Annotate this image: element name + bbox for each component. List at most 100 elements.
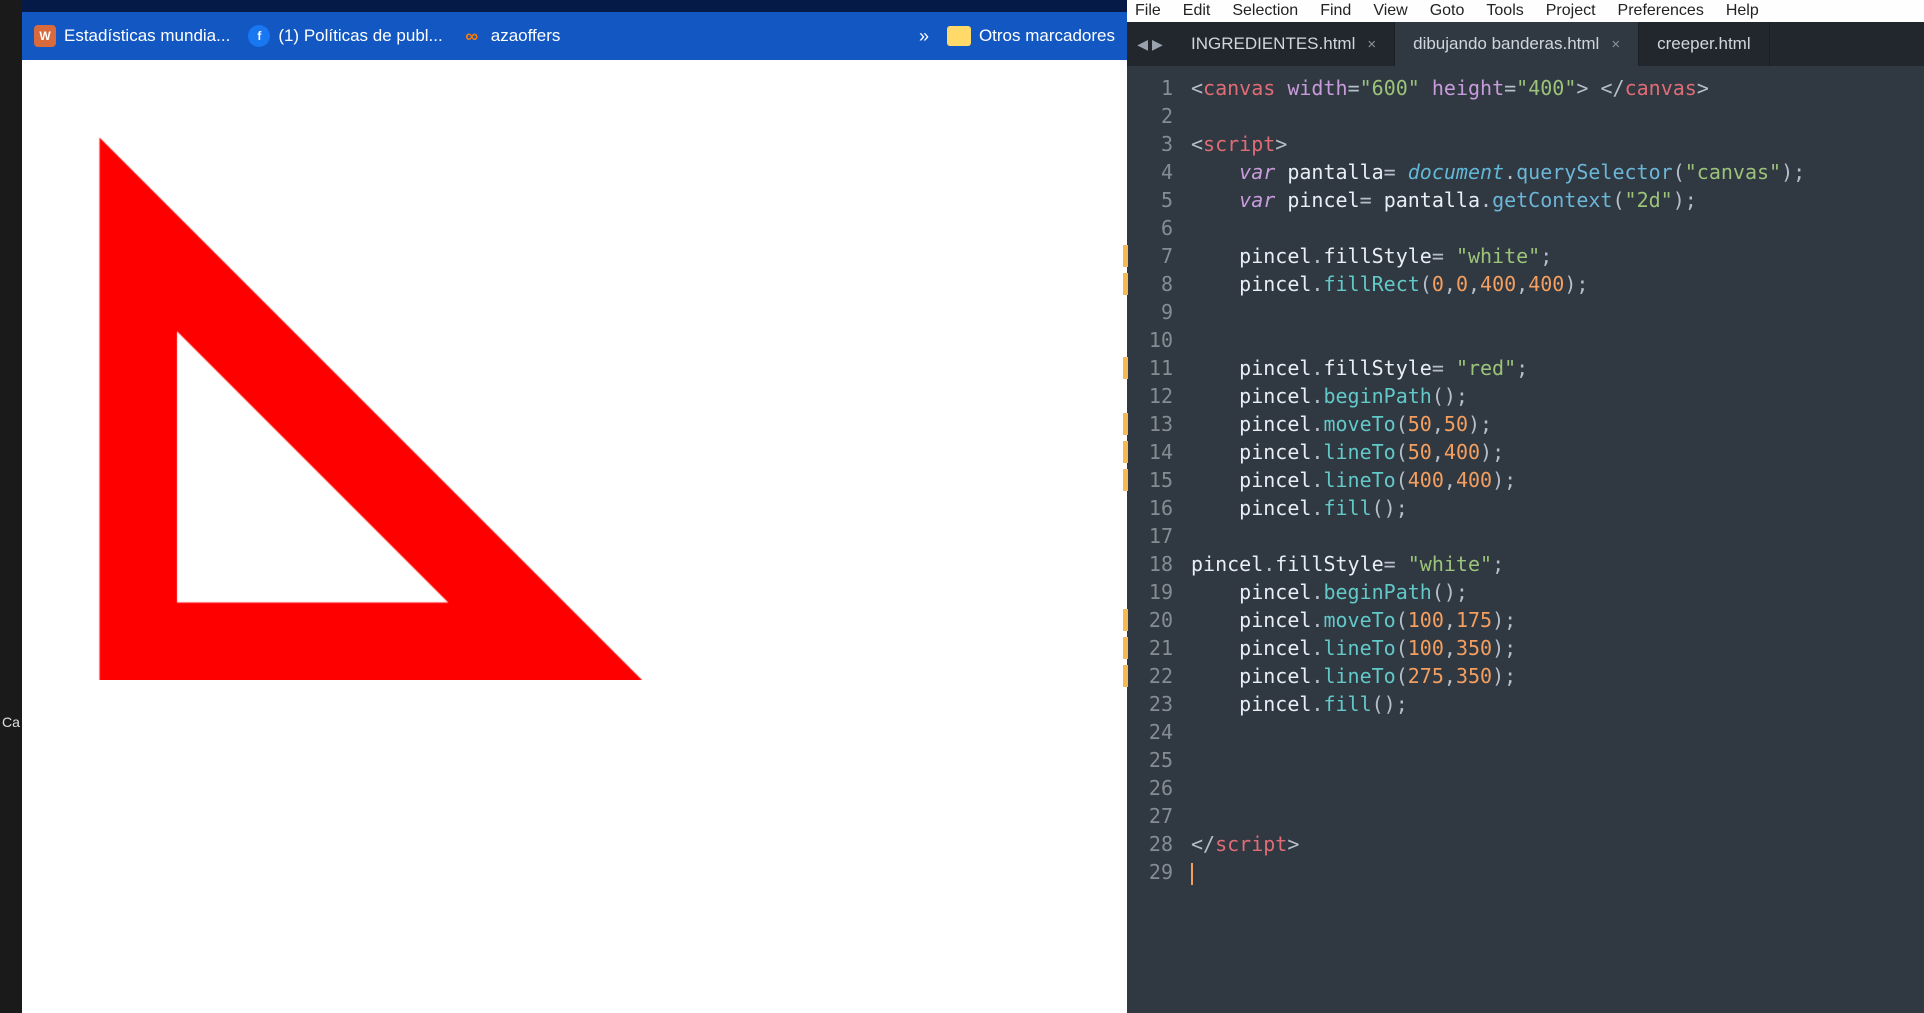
line-number: 9 (1127, 298, 1173, 326)
tab-label: dibujando banderas.html (1413, 34, 1599, 54)
code-line[interactable]: pincel.lineTo(275,350); (1191, 662, 1924, 690)
menu-tools[interactable]: Tools (1486, 2, 1523, 20)
bookmark-label: azaoffers (491, 26, 561, 46)
line-number: 10 (1127, 326, 1173, 354)
line-number: 22 (1127, 662, 1173, 690)
code-line[interactable]: </script> (1191, 830, 1924, 858)
code-line[interactable] (1191, 718, 1924, 746)
line-number: 16 (1127, 494, 1173, 522)
code-line[interactable] (1191, 802, 1924, 830)
bookmark-item-0[interactable]: W Estadísticas mundia... (34, 25, 230, 47)
code-line[interactable] (1191, 102, 1924, 130)
code-line[interactable] (1191, 522, 1924, 550)
code-line[interactable]: pincel.lineTo(400,400); (1191, 466, 1924, 494)
page-viewport (22, 60, 1127, 1013)
menu-goto[interactable]: Goto (1430, 2, 1465, 20)
bookmark-item-1[interactable]: f (1) Políticas de publ... (248, 25, 442, 47)
code-line[interactable] (1191, 774, 1924, 802)
sidebar-peek-text: Ca (2, 714, 20, 730)
bookmarks-bar: W Estadísticas mundia... f (1) Políticas… (22, 12, 1127, 60)
code-line[interactable]: pincel.moveTo(50,50); (1191, 410, 1924, 438)
line-number: 7 (1127, 242, 1173, 270)
code-text[interactable]: <canvas width="600" height="400"> </canv… (1183, 66, 1924, 1013)
code-line[interactable]: pincel.fillRect(0,0,400,400); (1191, 270, 1924, 298)
code-line[interactable]: pincel.fillStyle= "red"; (1191, 354, 1924, 382)
tab-history-nav[interactable]: ◀ ▶ (1127, 22, 1173, 66)
os-sidebar-peek: Ca (0, 0, 22, 1013)
line-number: 28 (1127, 830, 1173, 858)
tab-1[interactable]: dibujando banderas.html × (1395, 22, 1639, 66)
link-icon: ∞ (461, 25, 483, 47)
bookmark-item-2[interactable]: ∞ azaoffers (461, 25, 561, 47)
code-area[interactable]: 1234567891011121314151617181920212223242… (1127, 66, 1924, 1013)
line-number: 25 (1127, 746, 1173, 774)
menu-preferences[interactable]: Preferences (1618, 2, 1704, 20)
line-number-gutter: 1234567891011121314151617181920212223242… (1127, 66, 1183, 1013)
line-number: 12 (1127, 382, 1173, 410)
code-line[interactable]: pincel.fillStyle= "white"; (1191, 550, 1924, 578)
line-number: 29 (1127, 858, 1173, 886)
bookmark-label: (1) Políticas de publ... (278, 26, 442, 46)
code-line[interactable]: pincel.fillStyle= "white"; (1191, 242, 1924, 270)
other-bookmarks-button[interactable]: Otros marcadores (947, 26, 1115, 46)
code-line[interactable]: pincel.beginPath(); (1191, 578, 1924, 606)
facebook-icon: f (248, 25, 270, 47)
other-bookmarks-label: Otros marcadores (979, 26, 1115, 46)
code-line[interactable]: <canvas width="600" height="400"> </canv… (1191, 74, 1924, 102)
line-number: 20 (1127, 606, 1173, 634)
line-number: 8 (1127, 270, 1173, 298)
code-line[interactable] (1191, 858, 1924, 886)
code-line[interactable]: pincel.beginPath(); (1191, 382, 1924, 410)
line-number: 15 (1127, 466, 1173, 494)
code-line[interactable]: pincel.lineTo(100,350); (1191, 634, 1924, 662)
menu-edit[interactable]: Edit (1183, 2, 1211, 20)
menu-file[interactable]: File (1135, 2, 1161, 20)
code-line[interactable]: var pantalla= document.querySelector("ca… (1191, 158, 1924, 186)
line-number: 3 (1127, 130, 1173, 158)
tab-history-arrows: ◀ ▶ (1137, 36, 1162, 53)
line-number: 2 (1127, 102, 1173, 130)
line-number: 24 (1127, 718, 1173, 746)
code-line[interactable]: pincel.fill(); (1191, 494, 1924, 522)
close-icon[interactable]: × (1611, 36, 1620, 53)
code-line[interactable]: pincel.moveTo(100,175); (1191, 606, 1924, 634)
menu-find[interactable]: Find (1320, 2, 1351, 20)
line-number: 17 (1127, 522, 1173, 550)
code-line[interactable]: <script> (1191, 130, 1924, 158)
code-line[interactable]: var pincel= pantalla.getContext("2d"); (1191, 186, 1924, 214)
line-number: 18 (1127, 550, 1173, 578)
code-line[interactable]: pincel.lineTo(50,400); (1191, 438, 1924, 466)
code-line[interactable] (1191, 214, 1924, 242)
menu-project[interactable]: Project (1546, 2, 1596, 20)
menu-bar: File Edit Selection Find View Goto Tools… (1127, 0, 1924, 22)
close-icon[interactable]: × (1367, 36, 1376, 53)
bookmarks-overflow-button[interactable]: » (919, 26, 929, 47)
tab-bar: ◀ ▶ INGREDIENTES.html×dibujando banderas… (1127, 22, 1924, 66)
line-number: 6 (1127, 214, 1173, 242)
line-number: 13 (1127, 410, 1173, 438)
code-line[interactable] (1191, 746, 1924, 774)
line-number: 19 (1127, 578, 1173, 606)
tab-2[interactable]: creeper.html (1639, 22, 1770, 66)
code-line[interactable] (1191, 298, 1924, 326)
line-number: 5 (1127, 186, 1173, 214)
menu-selection[interactable]: Selection (1232, 2, 1298, 20)
line-number: 14 (1127, 438, 1173, 466)
code-line[interactable]: pincel.fill(); (1191, 690, 1924, 718)
folder-icon (947, 26, 971, 46)
line-number: 11 (1127, 354, 1173, 382)
bookmark-favicon-icon: W (34, 25, 56, 47)
line-number: 1 (1127, 74, 1173, 102)
line-number: 26 (1127, 774, 1173, 802)
browser-toolbar-edge (22, 0, 1127, 12)
rendered-canvas (22, 60, 952, 680)
code-line[interactable] (1191, 326, 1924, 354)
tab-0[interactable]: INGREDIENTES.html × (1173, 22, 1395, 66)
tab-label: INGREDIENTES.html (1191, 34, 1355, 54)
menu-view[interactable]: View (1373, 2, 1407, 20)
line-number: 4 (1127, 158, 1173, 186)
tab-label: creeper.html (1657, 34, 1751, 54)
browser-window: W Estadísticas mundia... f (1) Políticas… (22, 0, 1127, 1013)
menu-help[interactable]: Help (1726, 2, 1759, 20)
bookmark-label: Estadísticas mundia... (64, 26, 230, 46)
